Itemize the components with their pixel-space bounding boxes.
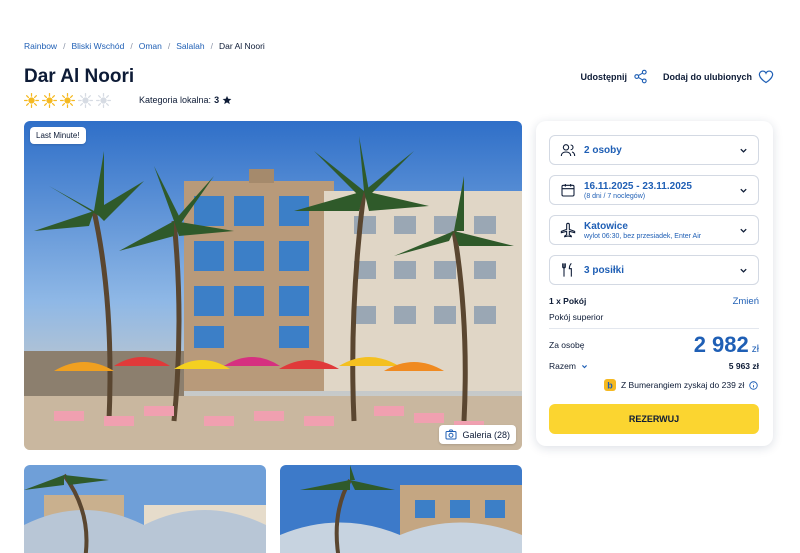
- sun-rating: [24, 92, 114, 108]
- breadcrumb-separator: /: [210, 41, 213, 51]
- breadcrumb-rainbow[interactable]: Rainbow: [24, 41, 57, 51]
- sun-icon: [24, 92, 39, 108]
- meals-value: 3 posiłki: [584, 264, 625, 276]
- bumerang-logo-icon: b: [604, 379, 616, 391]
- reserve-button[interactable]: REZERWUJ: [549, 404, 759, 434]
- hotel-actions: Udostępnij Dodaj do ulubionych: [581, 69, 775, 84]
- heart-icon: [758, 70, 774, 84]
- breadcrumb-separator: /: [63, 41, 66, 51]
- rating-row: Kategoria lokalna: 3: [24, 92, 232, 108]
- chevron-down-icon: [740, 148, 747, 153]
- persons-select[interactable]: 2 osoby: [549, 135, 759, 165]
- persons-value: 2 osoby: [584, 144, 622, 156]
- flight-details: wylot 06:30, bez przesiadek, Enter Air: [584, 232, 702, 240]
- room-type: Pokój superior: [549, 312, 604, 322]
- booking-panel: 2 osoby 16.11.2025 - 23.11.2025 (8 dni /…: [536, 121, 773, 446]
- gallery-thumbnail[interactable]: [24, 465, 266, 553]
- share-label: Udostępnij: [580, 71, 628, 82]
- room-summary: 1 x Pokój Zmień: [549, 296, 759, 307]
- change-room-link[interactable]: Zmień: [733, 296, 759, 307]
- departure-select[interactable]: Katowice wylot 06:30, bez przesiadek, En…: [549, 215, 759, 245]
- total-label: Razem: [549, 361, 576, 371]
- meals-select[interactable]: 3 posiłki: [549, 255, 759, 285]
- people-icon: [560, 144, 576, 157]
- room-type-row: Pokój superior: [549, 312, 759, 322]
- sun-icon: [60, 92, 75, 108]
- dates-value: 16.11.2025 - 23.11.2025: [584, 180, 692, 192]
- info-icon[interactable]: [749, 380, 759, 390]
- breadcrumb: Rainbow / Bliski Wschód / Oman / Salalah / D…: [24, 41, 265, 51]
- price-value: 2 982: [693, 332, 749, 357]
- chevron-down-icon: [740, 188, 747, 193]
- dates-duration: (8 dni / 7 noclegów): [584, 192, 646, 200]
- share-icon: [634, 69, 647, 84]
- airport-value: Katowice: [584, 220, 628, 232]
- gallery-label: Galeria (28): [462, 429, 510, 440]
- breadcrumb-region[interactable]: Bliski Wschód: [71, 41, 124, 51]
- category-value: 3: [214, 95, 220, 105]
- dates-select[interactable]: 16.11.2025 - 23.11.2025 (8 dni / 7 nocle…: [549, 175, 759, 205]
- sun-icon: [42, 92, 57, 108]
- hotel-main-photo[interactable]: Last Minute! Galeria (28): [24, 121, 522, 450]
- price-per-person-row: Za osobę 2 982 zł: [549, 329, 759, 361]
- total-toggle[interactable]: Razem: [549, 361, 588, 371]
- price-currency: zł: [751, 344, 759, 355]
- favorite-label: Dodaj do ulubionych: [663, 71, 752, 82]
- breadcrumb-country[interactable]: Oman: [139, 41, 162, 51]
- breadcrumb-separator: /: [130, 41, 133, 51]
- chevron-down-icon: [740, 268, 747, 273]
- calendar-icon: [561, 184, 575, 197]
- hotel-photo-image: [24, 121, 522, 450]
- chevron-down-icon: [581, 364, 587, 368]
- room-count: 1 x Pokój: [549, 296, 587, 306]
- favorite-button[interactable]: Dodaj do ulubionych: [663, 69, 774, 84]
- page-title: Dar Al Noori: [24, 66, 135, 87]
- thumbnail-image: [280, 465, 522, 553]
- svg-text:b: b: [607, 381, 613, 391]
- sun-icon: [78, 92, 93, 108]
- share-button[interactable]: Udostępnij: [581, 69, 649, 84]
- breadcrumb-current: Dar Al Noori: [219, 41, 265, 51]
- star-icon: [222, 95, 232, 105]
- thumbnail-image: [24, 465, 266, 553]
- last-minute-badge: Last Minute!: [30, 127, 86, 144]
- breadcrumb-separator: /: [167, 41, 171, 51]
- cutlery-icon: [562, 262, 572, 277]
- gallery-button[interactable]: Galeria (28): [439, 425, 516, 444]
- bumerang-text: Z Bumerangiem zyskaj do 239 zł: [621, 380, 745, 390]
- local-category: Kategoria lokalna: 3: [139, 95, 232, 105]
- camera-icon: [445, 429, 457, 440]
- gallery-thumbnail[interactable]: [280, 465, 522, 553]
- airplane-icon: [560, 222, 576, 238]
- category-label: Kategoria lokalna:: [139, 95, 212, 105]
- sun-icon: [96, 92, 111, 108]
- per-person-label: Za osobę: [549, 340, 585, 350]
- total-row: Razem 5 963 zł: [549, 361, 759, 371]
- price-per-person: 2 982 zł: [694, 332, 759, 358]
- total-price: 5 963 zł: [728, 361, 759, 371]
- breadcrumb-city[interactable]: Salalah: [176, 41, 204, 51]
- bumerang-info: b Z Bumerangiem zyskaj do 239 zł: [604, 379, 759, 391]
- chevron-down-icon: [740, 228, 747, 233]
